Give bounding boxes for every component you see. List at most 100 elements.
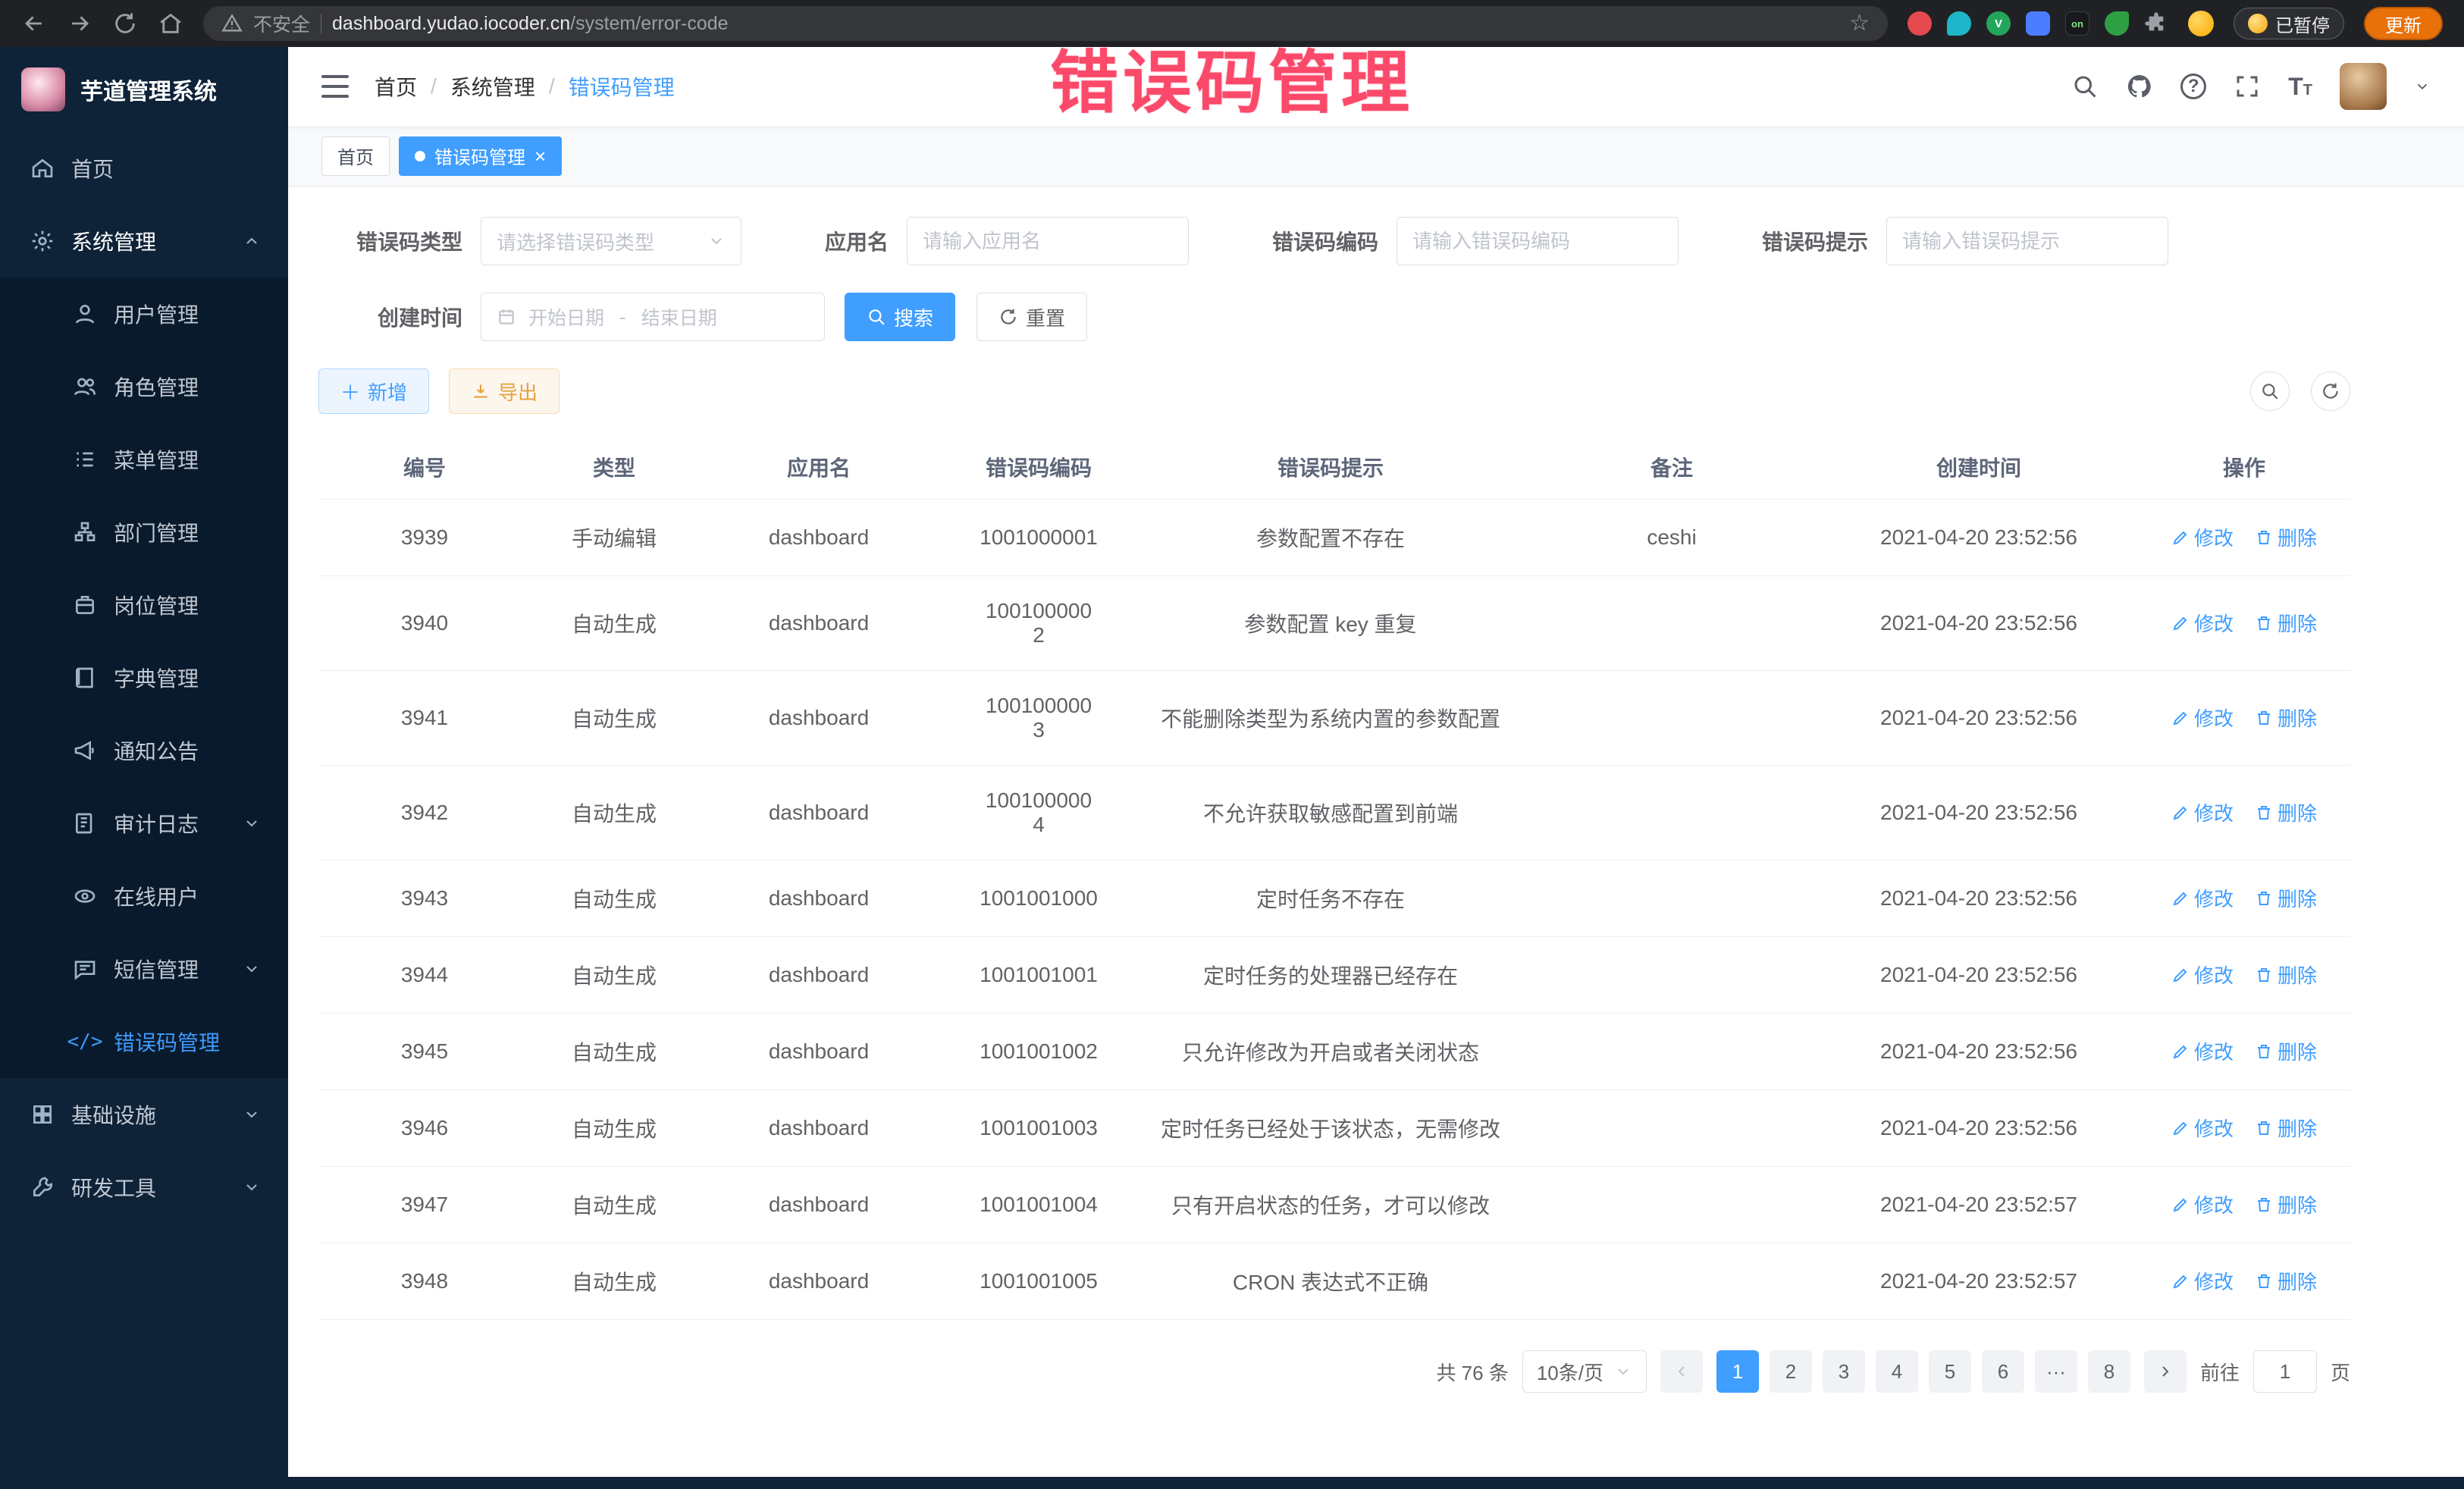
not-secure-label[interactable]: 不安全 [253, 10, 310, 37]
home-icon[interactable] [158, 11, 183, 36]
page-size-select[interactable]: 10条/页 [1522, 1350, 1647, 1393]
cell-id: 3941 [318, 671, 531, 766]
extension-icon-4[interactable] [2026, 11, 2050, 36]
browser-profile-avatar[interactable] [2188, 11, 2214, 36]
delete-button[interactable]: 删除 [2255, 704, 2317, 732]
breadcrumb-system[interactable]: 系统管理 [450, 71, 535, 102]
toggle-search-icon[interactable] [2250, 371, 2290, 411]
cell-type: 自动生成 [531, 1167, 698, 1243]
date-range-picker[interactable]: 开始日期 - 结束日期 [481, 293, 825, 341]
chevron-down-icon [1614, 1362, 1632, 1381]
chevron-down-icon[interactable] [2414, 78, 2431, 95]
edit-button[interactable]: 修改 [2171, 1190, 2234, 1218]
page-button-2[interactable]: 2 [1770, 1350, 1812, 1393]
error-hint-input[interactable] [1886, 217, 2168, 265]
sidebar-item-role-management[interactable]: 角色管理 [0, 350, 288, 423]
edit-pencil-icon [2171, 709, 2190, 727]
delete-button[interactable]: 删除 [2255, 1114, 2317, 1142]
tab-error-code-management[interactable]: 错误码管理 × [399, 136, 562, 176]
reload-icon[interactable] [112, 11, 138, 36]
edit-button[interactable]: 修改 [2171, 1037, 2234, 1065]
sidebar-item-audit-log[interactable]: 审计日志 [0, 787, 288, 860]
address-bar[interactable]: 不安全 dashboard.yudao.iocoder.cn/system/er… [203, 6, 1888, 41]
sidebar-item-sms-management[interactable]: 短信管理 [0, 933, 288, 1005]
edit-button[interactable]: 修改 [2171, 523, 2234, 551]
bookmark-star-icon[interactable]: ☆ [1849, 12, 1870, 35]
search-icon[interactable] [2071, 73, 2099, 100]
sidebar-item-dev-tools[interactable]: 研发工具 [0, 1151, 288, 1224]
extension-icon-5[interactable]: on [2065, 11, 2089, 36]
page-button-5[interactable]: 5 [1929, 1350, 1971, 1393]
extension-icon-3[interactable]: V [1986, 11, 2011, 36]
page-button-4[interactable]: 4 [1876, 1350, 1918, 1393]
edit-button[interactable]: 修改 [2171, 961, 2234, 989]
edit-button[interactable]: 修改 [2171, 704, 2234, 732]
forward-icon[interactable] [67, 11, 92, 36]
breadcrumb-home[interactable]: 首页 [375, 71, 417, 102]
delete-button[interactable]: 删除 [2255, 609, 2317, 637]
cell-type: 自动生成 [531, 671, 698, 766]
sidebar-item-system-management[interactable]: 系统管理 [0, 205, 288, 277]
help-icon[interactable]: ? [2180, 74, 2206, 99]
close-tab-icon[interactable]: × [534, 146, 546, 166]
extension-icon-6[interactable] [2105, 11, 2129, 36]
sidebar-item-notice-announcement[interactable]: 通知公告 [0, 714, 288, 787]
sidebar-item-infrastructure[interactable]: 基础设施 [0, 1078, 288, 1151]
prev-page-button[interactable] [1660, 1350, 1703, 1393]
tab-label: 错误码管理 [434, 143, 525, 169]
app-name-input[interactable] [907, 217, 1189, 265]
sidebar-logo[interactable]: 芋道管理系统 [0, 47, 288, 132]
export-button[interactable]: 导出 [449, 368, 560, 414]
page-button-3[interactable]: 3 [1823, 1350, 1865, 1393]
reset-button[interactable]: 重置 [977, 293, 1087, 341]
refresh-table-icon[interactable] [2311, 371, 2350, 411]
cell-hint: 不允许获取敏感配置到前端 [1137, 766, 1524, 860]
back-icon[interactable] [21, 11, 47, 36]
delete-button[interactable]: 删除 [2255, 798, 2317, 826]
extension-icon-1[interactable] [1908, 11, 1932, 36]
page-button-1[interactable]: 1 [1716, 1350, 1759, 1393]
page-content: 错误码类型 请选择错误码类型 应用名 错误码编码 错误码提示 创建时间 开始日期 [288, 187, 2464, 1477]
delete-button[interactable]: 删除 [2255, 961, 2317, 989]
cell-app: dashboard [698, 500, 940, 576]
sidebar-item-dictionary-management[interactable]: 字典管理 [0, 641, 288, 714]
search-button[interactable]: 搜索 [845, 293, 955, 341]
sidebar-item-error-code-management[interactable]: </> 错误码管理 [0, 1005, 288, 1078]
delete-button[interactable]: 删除 [2255, 884, 2317, 912]
font-size-icon[interactable]: TT [2288, 74, 2312, 99]
sidebar-item-position-management[interactable]: 岗位管理 [0, 569, 288, 641]
delete-button[interactable]: 删除 [2255, 523, 2317, 551]
user-avatar[interactable] [2340, 63, 2387, 110]
edit-button[interactable]: 修改 [2171, 1114, 2234, 1142]
goto-page-input[interactable] [2253, 1350, 2317, 1393]
more-pages-button[interactable]: ··· [2035, 1350, 2077, 1393]
sidebar-item-online-users[interactable]: 在线用户 [0, 860, 288, 933]
page-button-8[interactable]: 8 [2088, 1350, 2130, 1393]
fullscreen-icon[interactable] [2234, 73, 2261, 100]
sidebar-item-department-management[interactable]: 部门管理 [0, 496, 288, 569]
next-page-button[interactable] [2144, 1350, 2187, 1393]
delete-button[interactable]: 删除 [2255, 1190, 2317, 1218]
error-type-select[interactable]: 请选择错误码类型 [481, 217, 741, 265]
paused-chip[interactable]: 已暂停 [2234, 8, 2344, 39]
extension-icon-2[interactable] [1947, 11, 1971, 36]
edit-button[interactable]: 修改 [2171, 798, 2234, 826]
extensions-puzzle-icon[interactable] [2144, 11, 2168, 36]
edit-button[interactable]: 修改 [2171, 609, 2234, 637]
create-time-label: 创建时间 [318, 302, 462, 332]
delete-button[interactable]: 删除 [2255, 1267, 2317, 1295]
delete-button[interactable]: 删除 [2255, 1037, 2317, 1065]
page-button-6[interactable]: 6 [1982, 1350, 2024, 1393]
add-button[interactable]: ＋ 新增 [318, 368, 429, 414]
tab-home[interactable]: 首页 [321, 136, 390, 176]
cell-code: 1001001004 [940, 1167, 1137, 1243]
edit-button[interactable]: 修改 [2171, 1267, 2234, 1295]
sidebar-item-menu-management[interactable]: 菜单管理 [0, 423, 288, 496]
sidebar-item-user-management[interactable]: 用户管理 [0, 277, 288, 350]
error-code-input[interactable] [1397, 217, 1679, 265]
sidebar-item-home[interactable]: 首页 [0, 132, 288, 205]
collapse-sidebar-icon[interactable] [321, 75, 349, 98]
github-icon[interactable] [2126, 73, 2153, 100]
edit-button[interactable]: 修改 [2171, 884, 2234, 912]
browser-update-button[interactable]: 更新 [2364, 7, 2443, 40]
